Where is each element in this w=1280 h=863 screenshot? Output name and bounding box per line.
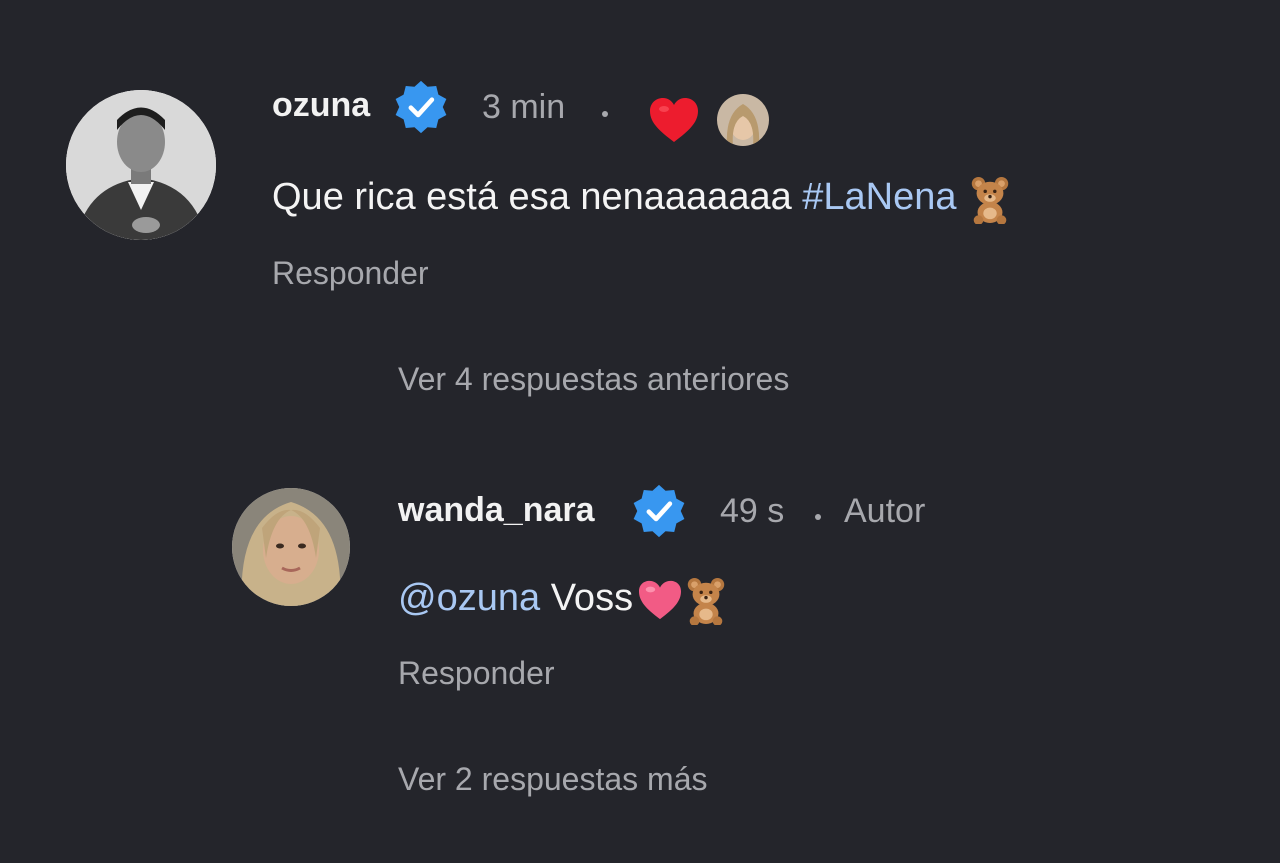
verified-badge-icon bbox=[392, 78, 450, 136]
verified-badge-icon bbox=[630, 482, 688, 540]
teddy-bear-icon bbox=[683, 575, 729, 625]
avatar-wanda-nara[interactable] bbox=[232, 488, 350, 606]
view-more-replies-button[interactable]: Ver 2 respuestas más bbox=[398, 761, 707, 798]
comment-reply-button[interactable]: Responder bbox=[272, 255, 429, 292]
comment-username[interactable]: ozuna bbox=[272, 86, 370, 125]
avatar-wanda-nara-image bbox=[232, 488, 350, 606]
reply-timestamp: 49 s bbox=[720, 492, 785, 530]
reply-text: @ozuna Voss bbox=[398, 575, 729, 625]
avatar-ozuna-image bbox=[66, 90, 216, 240]
comment-timestamp: 3 min bbox=[482, 88, 566, 126]
meta-separator-dot bbox=[815, 514, 821, 520]
reply-username[interactable]: wanda_nara bbox=[398, 491, 595, 530]
comment-text: Que rica está esa nenaaaaaaa #LaNena bbox=[272, 174, 1013, 224]
avatar-ozuna[interactable] bbox=[66, 90, 216, 240]
reply-reply-button[interactable]: Responder bbox=[398, 655, 555, 692]
teddy-bear-icon bbox=[967, 174, 1013, 224]
liked-by-author-heart-icon bbox=[648, 96, 700, 144]
meta-separator-dot bbox=[602, 111, 608, 117]
view-previous-replies-button[interactable]: Ver 4 respuestas anteriores bbox=[398, 361, 789, 398]
author-liker-avatar bbox=[715, 92, 771, 148]
comment-body: Que rica está esa nenaaaaaaa bbox=[272, 176, 792, 219]
comment-hashtag-link[interactable]: #LaNena bbox=[802, 176, 956, 218]
reply-body: Voss bbox=[550, 577, 634, 620]
pink-heart-icon bbox=[637, 579, 683, 621]
author-badge: Autor bbox=[844, 492, 926, 530]
reply-mention-link[interactable]: @ozuna bbox=[398, 577, 540, 619]
